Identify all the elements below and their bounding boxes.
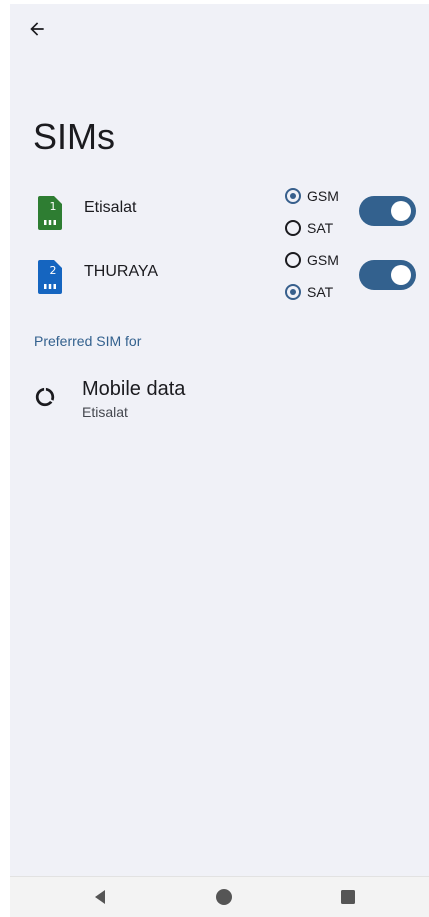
pref-item-subtitle: Etisalat	[82, 404, 128, 420]
nav-recents-button[interactable]	[338, 887, 358, 907]
radio-label: GSM	[307, 188, 339, 204]
toggle-knob	[391, 265, 411, 285]
sim-slot-number: 1	[50, 200, 57, 213]
sim-name: THURAYA	[84, 263, 159, 280]
back-triangle-icon	[95, 890, 105, 904]
sim-name: Etisalat	[84, 199, 137, 216]
toggle-knob	[391, 201, 411, 221]
home-circle-icon	[216, 889, 232, 905]
radio-gsm[interactable]: GSM	[285, 184, 339, 208]
sim-row-thuraya: 2 THURAYA GSM SAT	[10, 248, 429, 312]
back-button[interactable]	[24, 16, 50, 42]
radio-button[interactable]	[285, 252, 301, 268]
arrow-back-icon	[30, 22, 44, 36]
radio-label: SAT	[307, 284, 334, 300]
radio-sat[interactable]: SAT	[285, 216, 333, 240]
sim-slot-number: 2	[50, 264, 57, 277]
nav-back-button[interactable]	[90, 887, 110, 907]
radio-sat[interactable]: SAT	[285, 280, 333, 304]
radio-button[interactable]	[285, 284, 301, 300]
nav-home-button[interactable]	[214, 887, 234, 907]
sim-enable-toggle[interactable]	[359, 196, 416, 226]
data-usage-icon	[35, 387, 55, 407]
system-nav-bar	[10, 876, 429, 917]
radio-gsm[interactable]: GSM	[285, 248, 339, 272]
recents-square-icon	[341, 890, 355, 904]
radio-label: GSM	[307, 252, 339, 268]
sim-enable-toggle[interactable]	[359, 260, 416, 290]
sim-card-1-icon: 1	[38, 196, 62, 230]
radio-button[interactable]	[285, 188, 301, 204]
settings-screen: SIMs 1 Etisalat GSM SAT 2 THURAYA GSM SA…	[10, 4, 429, 917]
radio-label: SAT	[307, 220, 334, 236]
sim-card-2-icon: 2	[38, 260, 62, 294]
mobile-data-preference[interactable]: Mobile data Etisalat	[10, 370, 429, 430]
radio-button[interactable]	[285, 220, 301, 236]
sim-row-etisalat: 1 Etisalat GSM SAT	[10, 184, 429, 248]
section-header-preferred-sim: Preferred SIM for	[34, 333, 142, 349]
pref-item-title: Mobile data	[82, 378, 186, 400]
page-title: SIMs	[33, 116, 116, 157]
